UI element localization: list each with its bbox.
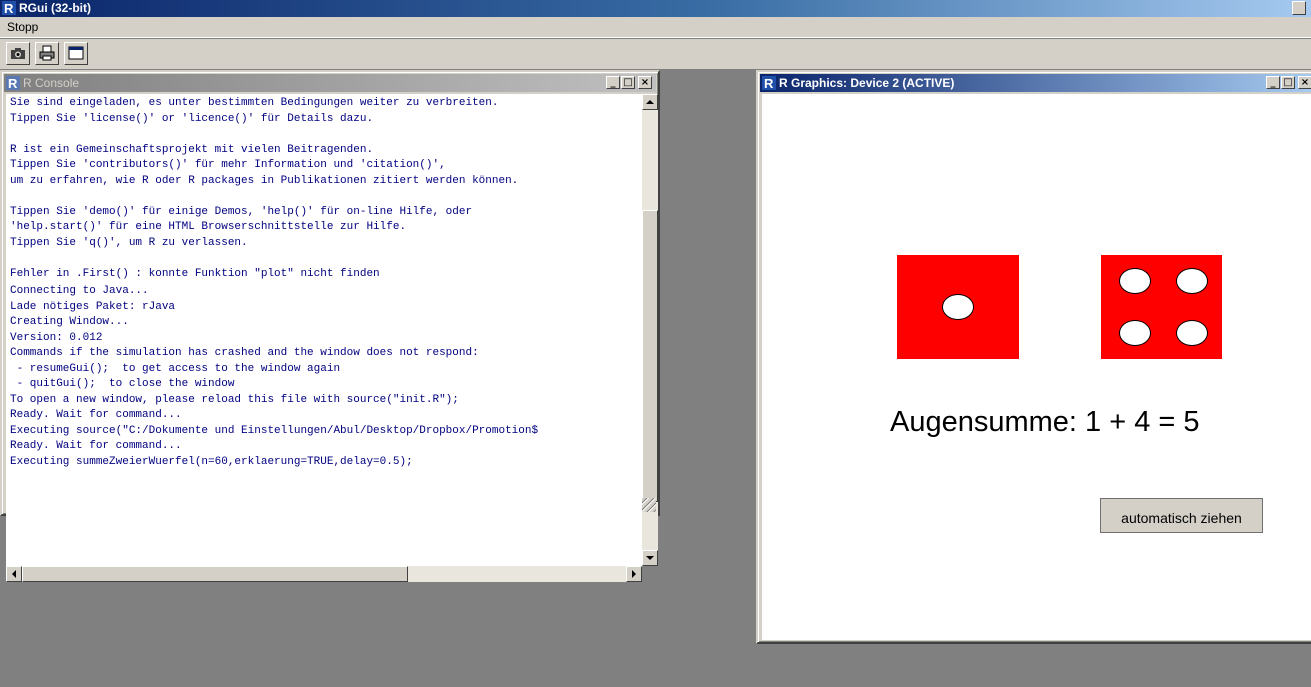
close-graphics-button[interactable]: × xyxy=(1298,76,1311,89)
menu-stopp[interactable]: Stopp xyxy=(7,19,38,35)
console-title: R Console xyxy=(23,76,80,90)
menubar: Stopp xyxy=(0,17,1311,38)
console-text-area[interactable]: Sie sind eingeladen, es unter bestimmten… xyxy=(6,94,642,568)
console-titlebar[interactable]: R R Console _ □ × xyxy=(4,74,656,92)
die-1 xyxy=(897,255,1019,359)
minimize-graphics-button[interactable]: _ xyxy=(1266,76,1280,89)
toolbar xyxy=(0,38,1311,70)
arrow-left-icon xyxy=(12,570,16,578)
scroll-right-arrow[interactable] xyxy=(626,566,642,582)
arrow-up-icon xyxy=(646,100,654,104)
r-logo-icon: R xyxy=(6,76,20,90)
console-vertical-scrollbar[interactable] xyxy=(642,94,658,566)
app-titlebar: R RGui (32-bit) xyxy=(0,0,1311,17)
console-scroll-thumb[interactable] xyxy=(642,210,658,502)
r-logo-icon: R xyxy=(2,1,16,15)
console-startup-text: Sie sind eingeladen, es unter bestimmten… xyxy=(10,97,519,280)
console-icon xyxy=(68,46,84,60)
scroll-up-arrow[interactable] xyxy=(642,94,658,110)
scroll-down-arrow[interactable] xyxy=(642,550,658,566)
minimize-app-button[interactable] xyxy=(1292,1,1306,15)
die-pip xyxy=(1118,268,1151,294)
graphics-titlebar[interactable]: R R Graphics: Device 2 (ACTIVE) _ □ × xyxy=(760,74,1311,92)
sum-label: Augensumme: 1 + 4 = 5 xyxy=(890,406,1200,438)
graphics-canvas: Augensumme: 1 + 4 = 5 automatisch ziehen xyxy=(762,94,1311,640)
arrow-right-icon xyxy=(632,570,636,578)
print-icon xyxy=(39,45,55,61)
die-2 xyxy=(1101,255,1222,359)
console-horizontal-scrollbar[interactable] xyxy=(6,566,642,582)
die-pip xyxy=(1175,320,1208,346)
die-pip xyxy=(1175,268,1208,294)
maximize-graphics-button[interactable]: □ xyxy=(1281,76,1295,89)
graphics-title: R Graphics: Device 2 (ACTIVE) xyxy=(779,76,955,90)
svg-text:R: R xyxy=(4,1,14,15)
copy-graph-button[interactable] xyxy=(6,42,30,65)
resize-grip[interactable] xyxy=(642,498,656,512)
print-button[interactable] xyxy=(35,42,59,65)
maximize-console-button[interactable]: □ xyxy=(621,76,635,89)
console-button[interactable] xyxy=(64,42,88,65)
minimize-console-button[interactable]: _ xyxy=(606,76,620,89)
auto-draw-button[interactable]: automatisch ziehen xyxy=(1100,498,1263,533)
console-hscroll-thumb[interactable] xyxy=(22,566,408,582)
close-console-button[interactable]: × xyxy=(638,76,652,89)
r-logo-icon: R xyxy=(762,76,776,90)
svg-text:R: R xyxy=(8,76,18,90)
scroll-left-arrow[interactable] xyxy=(6,566,22,582)
graphics-window: R R Graphics: Device 2 (ACTIVE) _ □ × Au… xyxy=(756,70,1311,644)
svg-text:R: R xyxy=(764,76,774,90)
console-output-text: Connecting to Java... Lade nötiges Paket… xyxy=(10,285,539,468)
console-window: R R Console _ □ × Sie sind eingeladen, e… xyxy=(0,70,660,582)
die-pip xyxy=(942,294,974,320)
camera-icon xyxy=(11,48,25,59)
die-pip xyxy=(1118,320,1151,346)
app-title: RGui (32-bit) xyxy=(19,1,91,15)
arrow-down-icon xyxy=(646,556,654,560)
